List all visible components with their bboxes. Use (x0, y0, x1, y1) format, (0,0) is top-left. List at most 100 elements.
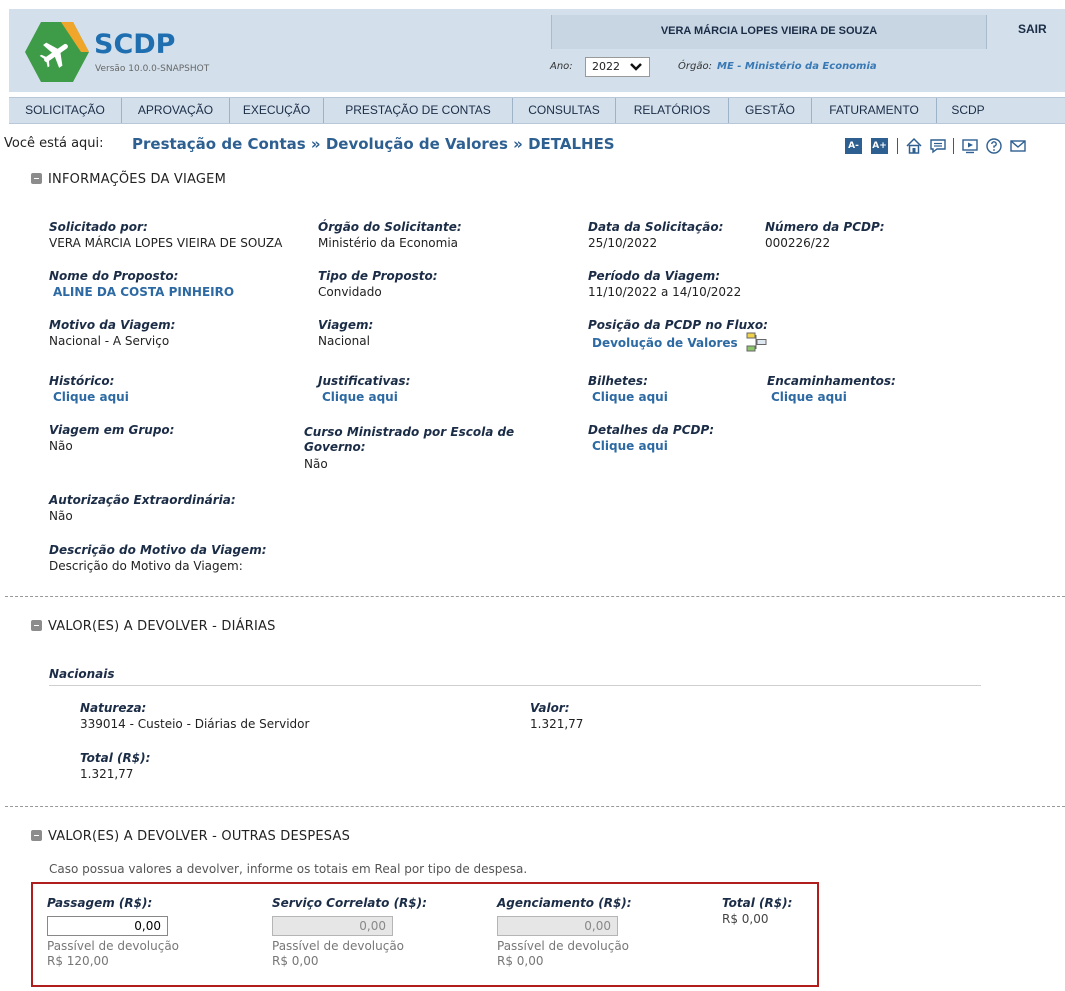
organ-label: Órgão: (678, 61, 712, 72)
section-valores-diarias[interactable]: VALOR(ES) A DEVOLVER - DIÁRIAS (31, 619, 276, 634)
passivel-value: R$ 120,00 (47, 954, 109, 968)
section-title: INFORMAÇÕES DA VIAGEM (48, 172, 226, 187)
field-label: Encaminhamentos: (767, 374, 896, 388)
field-label: Nome do Proposto: (49, 269, 179, 283)
field-label: Órgão do Solicitante: (318, 220, 462, 234)
field-value: 339014 - Custeio - Diárias de Servidor (80, 717, 310, 731)
agenciamento-input (497, 916, 618, 936)
field-label: Histórico: (49, 374, 115, 388)
passivel-value: R$ 0,00 (272, 954, 319, 968)
field-agenciamento: Agenciamento (R$): Passível de devolução… (497, 896, 632, 969)
home-icon[interactable] (905, 137, 923, 155)
flow-icon[interactable] (745, 332, 767, 352)
toolbar-divider (897, 138, 898, 154)
field-descricao-motivo: Descrição do Motivo da Viagem: Descrição… (49, 543, 267, 574)
passivel-label: Passível de devolução (272, 939, 405, 953)
field-value: Não (49, 509, 73, 523)
field-value: Nacional - A Serviço (49, 334, 170, 348)
year-select[interactable]: 2022 (585, 57, 650, 77)
field-value: Não (49, 439, 73, 453)
menu-scdp[interactable]: SCDP (937, 98, 999, 123)
section-divider (5, 596, 1065, 597)
field-value: 1.321,77 (530, 717, 584, 731)
field-value: Descrição do Motivo da Viagem: (49, 559, 243, 573)
increase-font-button[interactable]: A+ (871, 138, 888, 154)
breadcrumb-label: Você está aqui: (4, 136, 104, 151)
menu-relatorios[interactable]: RELATÓRIOS (616, 98, 729, 123)
servico-correlato-input (272, 916, 393, 936)
field-passagem: Passagem (R$): Passível de devolução R$ … (47, 896, 179, 969)
field-value: Ministério da Economia (318, 236, 459, 250)
field-label: Detalhes da PCDP: (588, 423, 715, 437)
field-label: Agenciamento (R$): (497, 896, 632, 910)
breadcrumb-detalhes: DETALHES (528, 135, 615, 153)
field-value: Não (304, 457, 328, 471)
field-label: Motivo da Viagem: (49, 318, 176, 332)
organ-value: ME - Ministério da Economia (717, 61, 877, 72)
video-icon[interactable] (961, 137, 979, 155)
scdp-logo (25, 22, 89, 82)
field-posicao-fluxo: Posição da PCDP no Fluxo: Devolução de V… (588, 318, 768, 352)
field-label: Tipo de Proposto: (318, 269, 438, 283)
field-value: R$ 0,00 (722, 912, 769, 926)
top-gap (0, 0, 1065, 9)
menu-consultas[interactable]: CONSULTAS (513, 98, 616, 123)
year-label: Ano: (550, 61, 573, 72)
field-bilhetes: Bilhetes: Clique aqui (588, 374, 668, 405)
menu-faturamento[interactable]: FATURAMENTO (812, 98, 937, 123)
version-label: Versão 10.0.0-SNAPSHOT (95, 64, 210, 74)
menu-prestacao-de-contas[interactable]: PRESTAÇÃO DE CONTAS (324, 98, 513, 123)
menu-execucao[interactable]: EXECUÇÃO (230, 98, 324, 123)
field-label: Descrição do Motivo da Viagem: (49, 543, 267, 557)
flow-position-link[interactable]: Devolução de Valores (592, 336, 738, 351)
field-historico: Histórico: Clique aqui (49, 374, 129, 405)
chevron-down-icon (630, 63, 642, 71)
passivel-label: Passível de devolução (497, 939, 630, 953)
field-label: Total (R$): (722, 896, 793, 910)
field-label: Total (R$): (80, 751, 151, 765)
field-valor: Valor: 1.321,77 (530, 701, 583, 732)
passivel-label: Passível de devolução (47, 939, 180, 953)
field-label: Período da Viagem: (588, 269, 721, 283)
field-label: Solicitado por: (49, 220, 148, 234)
justificativas-link[interactable]: Clique aqui (322, 390, 410, 405)
menu-aprovacao[interactable]: APROVAÇÃO (122, 98, 230, 123)
section-informacoes-viagem[interactable]: INFORMAÇÕES DA VIAGEM (31, 172, 226, 187)
field-label: Passagem (R$): (47, 896, 153, 910)
field-autorizacao-extraordinaria: Autorização Extraordinária: Não (49, 493, 236, 524)
collapse-icon[interactable] (31, 620, 42, 631)
menu-solicitacao[interactable]: SOLICITAÇÃO (9, 98, 122, 123)
logout-button[interactable]: SAIR (1018, 22, 1047, 36)
detalhes-link[interactable]: Clique aqui (592, 439, 714, 454)
help-icon[interactable] (985, 137, 1003, 155)
field-value: Convidado (318, 285, 382, 299)
breadcrumb-prestacao[interactable]: Prestação de Contas (132, 135, 306, 153)
message-icon[interactable] (929, 137, 947, 155)
breadcrumb-devolucao[interactable]: Devolução de Valores (326, 135, 508, 153)
brand-name: SCDP (94, 29, 176, 60)
field-detalhes-pcdp: Detalhes da PCDP: Clique aqui (588, 423, 714, 454)
passagem-input[interactable] (47, 916, 168, 936)
field-curso-ministrado: Curso Ministrado por Escola de Governo: … (304, 425, 540, 472)
year-value: 2022 (592, 60, 620, 73)
field-value: 000226/22 (765, 236, 831, 250)
field-viagem-grupo: Viagem em Grupo: Não (49, 423, 174, 454)
field-natureza: Natureza: 339014 - Custeio - Diárias de … (80, 701, 309, 732)
historico-link[interactable]: Clique aqui (53, 390, 129, 405)
bilhetes-link[interactable]: Clique aqui (592, 390, 668, 405)
instructions-text: Caso possua valores a devolver, informe … (49, 862, 528, 876)
collapse-icon[interactable] (31, 830, 42, 841)
main-menu: SOLICITAÇÃO APROVAÇÃO EXECUÇÃO PRESTAÇÃO… (9, 97, 1065, 124)
field-data-solicitacao: Data da Solicitação: 25/10/2022 (588, 220, 723, 251)
decrease-font-button[interactable]: A- (845, 138, 862, 154)
toolbar-divider (953, 138, 954, 154)
proposto-name-link[interactable]: ALINE DA COSTA PINHEIRO (53, 285, 234, 300)
collapse-icon[interactable] (31, 173, 42, 184)
encaminhamentos-link[interactable]: Clique aqui (771, 390, 896, 405)
menu-gestao[interactable]: GESTÃO (729, 98, 812, 123)
field-value: 25/10/2022 (588, 236, 658, 250)
mail-icon[interactable] (1009, 137, 1027, 155)
section-outras-despesas[interactable]: VALOR(ES) A DEVOLVER - OUTRAS DESPESAS (31, 829, 350, 844)
field-value: VERA MÁRCIA LOPES VIEIRA DE SOUZA (49, 236, 283, 250)
breadcrumb-separator: » (513, 135, 523, 153)
